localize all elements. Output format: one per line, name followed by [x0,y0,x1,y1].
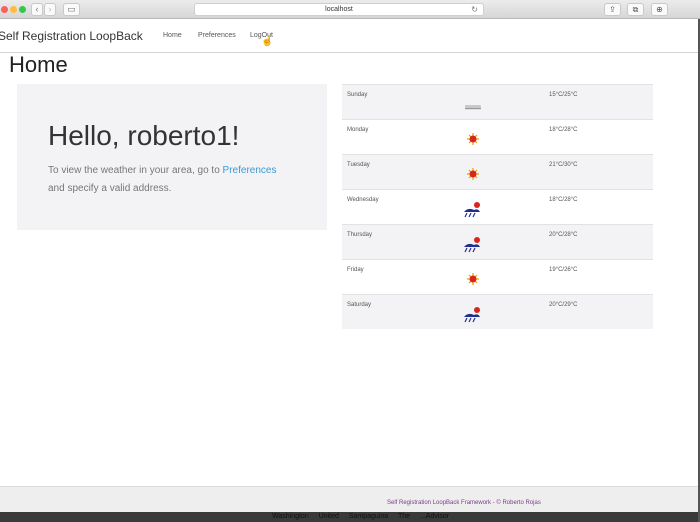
greeting-text-before: To view the weather in your area, go to [48,165,220,176]
site-footer: Self Registration LoopBack Framework - ©… [0,486,698,512]
site-brand[interactable]: Self Registration LoopBack [0,29,143,43]
url-text: localhost [325,6,353,13]
nav-preferences-link[interactable]: Preferences [198,32,236,39]
sidebar-toggle-button[interactable]: ▭ [63,3,80,16]
forward-button[interactable]: › [44,3,56,16]
hand-cursor-icon: ☝ [261,36,274,47]
background-content: Washington United Sampaguina The ...Advi… [0,512,698,522]
forecast-day: Monday [347,127,369,133]
forecast-row: Saturday 20°C/29°C [342,294,653,329]
preferences-link[interactable]: Preferences [223,165,277,176]
show-tabs-button[interactable]: ⧉ [627,3,644,16]
back-button[interactable]: ‹ [31,3,43,16]
downloads-button[interactable]: ⊕ [651,3,668,16]
forecast-row: Friday 19°C/26°C [342,259,653,294]
forecast-temperature: 15°C/25°C [549,92,578,98]
sun-icon [460,270,486,288]
forecast-temperature: 18°C/28°C [549,197,578,203]
share-button[interactable]: ⇪ [604,3,621,16]
greeting-panel: Hello, roberto1! To view the weather in … [17,84,327,230]
forecast-row: Monday 18°C/28°C [342,119,653,154]
address-bar[interactable]: localhost ↻ [194,3,484,16]
greeting-text-after: and specify a valid address. [48,183,172,194]
sun-icon [460,130,486,148]
forecast-row: Thursday 20°C/28°C [342,224,653,259]
page-title: Home [9,52,68,77]
greeting-text: To view the weather in your area, go to … [48,162,318,198]
maximize-window-icon[interactable] [19,6,26,13]
minimize-window-icon[interactable] [10,6,17,13]
forecast-day: Thursday [347,232,373,238]
weather-forecast-table: Sunday 15°C/25°C Monday 18°C/28°C Tuesday 21°… [342,84,653,329]
nav-home-link[interactable]: Home [163,32,182,39]
forecast-day: Saturday [347,302,372,308]
forecast-row: Sunday 15°C/25°C [342,84,653,119]
browser-toolbar: ‹ › ▭ localhost ↻ ⇪ ⧉ ⊕ [0,0,700,19]
forecast-row: Wednesday 18°C/28°C [342,189,653,224]
background-content-text: Washington United Sampaguina The ...Advi… [272,513,450,520]
footer-text: Self Registration LoopBack Framework - ©… [387,500,541,506]
rain-sun-icon [460,305,486,323]
close-window-icon[interactable] [1,6,8,13]
forecast-day: Friday [347,267,364,273]
forecast-temperature: 21°C/30°C [549,162,578,168]
forecast-temperature: 20°C/29°C [549,302,578,308]
fog-icon [460,95,486,113]
forecast-temperature: 20°C/28°C [549,232,578,238]
reload-icon[interactable]: ↻ [471,4,478,15]
forecast-row: Tuesday 21°C/30°C [342,154,653,189]
sun-icon [460,165,486,183]
site-navbar: Self Registration LoopBack Home Preferen… [0,19,698,53]
forecast-day: Sunday [347,92,368,98]
forecast-temperature: 18°C/28°C [549,127,578,133]
web-page: Self Registration LoopBack Home Preferen… [0,19,698,512]
forecast-temperature: 19°C/26°C [549,267,578,273]
rain-sun-icon [460,235,486,253]
rain-sun-icon [460,200,486,218]
forecast-day: Wednesday [347,197,379,203]
greeting-title: Hello, roberto1! [48,120,240,151]
forecast-day: Tuesday [347,162,370,168]
